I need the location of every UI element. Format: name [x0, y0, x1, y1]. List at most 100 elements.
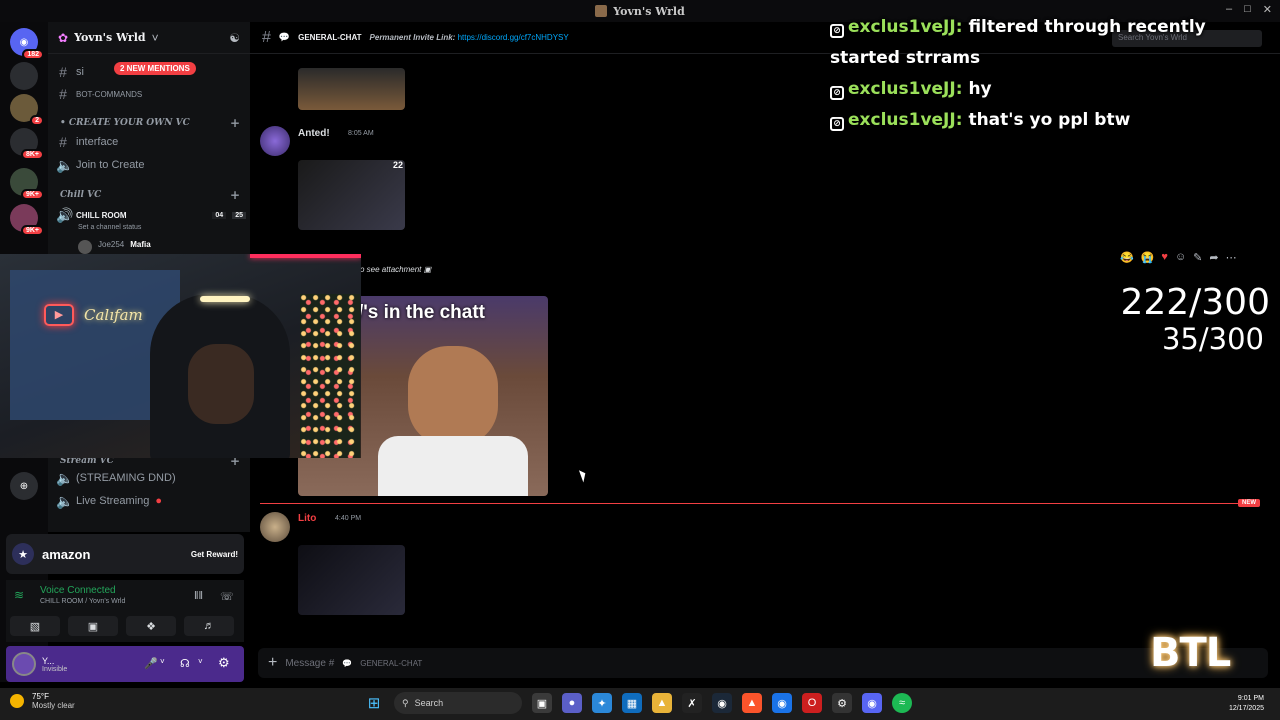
- taskbar-search[interactable]: ⚲ Search: [394, 692, 522, 714]
- avatar[interactable]: [12, 652, 36, 676]
- promo-card[interactable]: ★ amazon Get Reward!: [6, 534, 244, 574]
- attachment-label[interactable]: o see attachment ▣: [360, 265, 431, 274]
- message-timestamp: 4:40 PM: [335, 515, 362, 522]
- add-channel-icon[interactable]: +: [230, 116, 240, 130]
- camera-off-button[interactable]: ▧: [10, 616, 60, 636]
- composer-channel: GENERAL-CHAT: [360, 658, 423, 668]
- headphones-icon[interactable]: ☊: [180, 657, 190, 670]
- speaker-icon: 🔊: [56, 206, 74, 223]
- spotify-icon[interactable]: ≈: [892, 693, 912, 713]
- activities-button[interactable]: ❖: [126, 616, 176, 636]
- copilot-icon[interactable]: ✦: [592, 693, 612, 713]
- store-icon[interactable]: ▦: [622, 693, 642, 713]
- chrome-icon[interactable]: ◉: [772, 693, 792, 713]
- disconnect-icon[interactable]: ☏: [220, 590, 234, 603]
- sidebar-item-channel[interactable]: # si: [56, 62, 246, 82]
- edit-icon[interactable]: ✎: [1193, 251, 1202, 264]
- user-info[interactable]: Y... Invisible: [42, 656, 67, 673]
- get-reward-button[interactable]: Get Reward!: [191, 550, 238, 559]
- capcut-icon[interactable]: ✗: [682, 693, 702, 713]
- add-channel-icon[interactable]: +: [230, 188, 240, 202]
- member-tag: Mafia: [130, 240, 151, 249]
- meme-caption: /'s in the chatt: [358, 302, 485, 323]
- screen-share-button[interactable]: ▣: [68, 616, 118, 636]
- avatar[interactable]: [260, 512, 290, 542]
- file-explorer-icon[interactable]: ▲: [652, 693, 672, 713]
- image-attachment[interactable]: [298, 68, 405, 110]
- signal-icon: ≋: [14, 588, 25, 602]
- category-create-vc[interactable]: • CREATE YOUR OWN VC +: [60, 116, 240, 130]
- more-icon[interactable]: ⋯: [1226, 251, 1237, 264]
- opera-icon[interactable]: O: [802, 693, 822, 713]
- channel-label: Join to Create: [76, 159, 145, 171]
- discord-home-icon[interactable]: ◉ 182: [10, 28, 44, 60]
- chevron-down-icon[interactable]: ˅: [160, 657, 165, 666]
- weather-desc: Mostly clear: [32, 701, 75, 710]
- channel-status[interactable]: Set a channel status: [78, 224, 141, 231]
- member-name: Joe254: [98, 240, 125, 249]
- voice-status[interactable]: Voice Connected: [40, 585, 116, 596]
- app-icon[interactable]: ⚙: [832, 693, 852, 713]
- channel-label: Live Streaming: [76, 495, 150, 507]
- server-icon[interactable]: 9K+: [10, 204, 44, 236]
- chevron-down-icon[interactable]: ˅: [198, 657, 203, 666]
- add-attachment-icon[interactable]: +: [268, 654, 277, 672]
- hash-icon: #: [59, 134, 67, 150]
- windows-start-icon[interactable]: ⊞: [364, 693, 384, 713]
- overlay-text: hy: [968, 79, 992, 99]
- star-icon: ★: [12, 543, 34, 565]
- noise-suppression-icon[interactable]: ‖‖: [194, 590, 203, 602]
- weather-widget[interactable]: 75°F Mostly clear: [10, 692, 75, 710]
- sidebar-item-streaming-dnd[interactable]: 🔈 (STREAMING DND): [56, 468, 246, 488]
- stream-chat-overlay: ⊘ exclus1veJJ: filtered through recently …: [830, 12, 1280, 136]
- cry-emoji-icon[interactable]: 😭: [1141, 251, 1155, 264]
- soundboard-button[interactable]: ♬: [184, 616, 234, 636]
- voice-member[interactable]: Joe254 Mafia: [78, 240, 151, 254]
- avatar: [78, 240, 92, 254]
- message-composer[interactable]: + Message # 💬 GENERAL-CHAT: [258, 648, 1268, 678]
- microphone-icon[interactable]: 🎤: [144, 657, 158, 670]
- task-view-icon[interactable]: ▣: [532, 693, 552, 713]
- image-attachment[interactable]: [298, 545, 405, 615]
- forward-icon[interactable]: ➦: [1209, 251, 1218, 264]
- system-clock[interactable]: 9:01 PM 12/17/2025: [1229, 694, 1264, 714]
- sidebar-item-join-to-create[interactable]: 🔈 Join to Create: [56, 155, 246, 175]
- teams-icon[interactable]: ●: [562, 693, 582, 713]
- message-author[interactable]: Lito: [298, 513, 316, 524]
- server-icon[interactable]: 8K+: [10, 128, 44, 160]
- heart-icon[interactable]: ♥: [1161, 251, 1168, 263]
- image-attachment[interactable]: 22: [298, 160, 405, 230]
- sidebar-item-bot-commands[interactable]: # BOT-COMMANDS: [56, 84, 246, 104]
- server-icon[interactable]: 9K+: [10, 168, 44, 200]
- server-header[interactable]: ✿ Yovn's Wrld ˅ ☯: [48, 22, 250, 54]
- user-limit: 25: [232, 211, 246, 219]
- sidebar-item-chill-room[interactable]: 🔊 CHILL ROOM 04 25: [56, 205, 246, 225]
- discord-icon[interactable]: ◉: [862, 693, 882, 713]
- gear-icon[interactable]: ⚙: [218, 655, 230, 671]
- voice-location: CHILL ROOM / Yovn's Wrld: [40, 598, 126, 605]
- windows-taskbar: 75°F Mostly clear ⊞ ⚲ Search ▣ ● ✦ ▦ ▲ ✗ …: [0, 688, 1280, 720]
- sidebar-item-live-streaming[interactable]: 🔈 Live Streaming ●: [56, 491, 246, 511]
- live-dot-icon: ●: [155, 495, 163, 507]
- message-timestamp: 8:05 AM: [348, 130, 374, 137]
- sidebar-item-interface[interactable]: # interface: [56, 132, 246, 152]
- message-author[interactable]: Anted!: [298, 128, 330, 139]
- overlay-message: ⊘ exclus1veJJ: filtered through recently …: [830, 12, 1280, 74]
- brave-icon[interactable]: ▲: [742, 693, 762, 713]
- invite-link[interactable]: https://discord.gg/cf7cNHDYSY: [458, 33, 569, 42]
- server-icon[interactable]: [10, 62, 38, 90]
- attachment-text: o see attachment: [360, 265, 422, 274]
- category-chill-vc[interactable]: Chill VC +: [60, 188, 240, 202]
- invite-user-icon[interactable]: ☯: [229, 31, 240, 45]
- overlay-username: exclus1veJJ:: [848, 110, 963, 130]
- overlay-username: exclus1veJJ:: [848, 17, 963, 37]
- avatar[interactable]: [260, 126, 290, 156]
- username: Y...: [42, 655, 55, 666]
- add-reaction-icon[interactable]: ☺: [1175, 251, 1186, 263]
- server-icon[interactable]: 2: [10, 94, 44, 126]
- neon-sign-text: Calıfam: [84, 306, 143, 324]
- message-actions-bar: 😂 😭 ♥ ☺ ✎ ➦ ⋯: [1120, 248, 1270, 266]
- explore-icon[interactable]: ⊕: [10, 472, 38, 500]
- laugh-emoji-icon[interactable]: 😂: [1120, 251, 1134, 264]
- steam-icon[interactable]: ◉: [712, 693, 732, 713]
